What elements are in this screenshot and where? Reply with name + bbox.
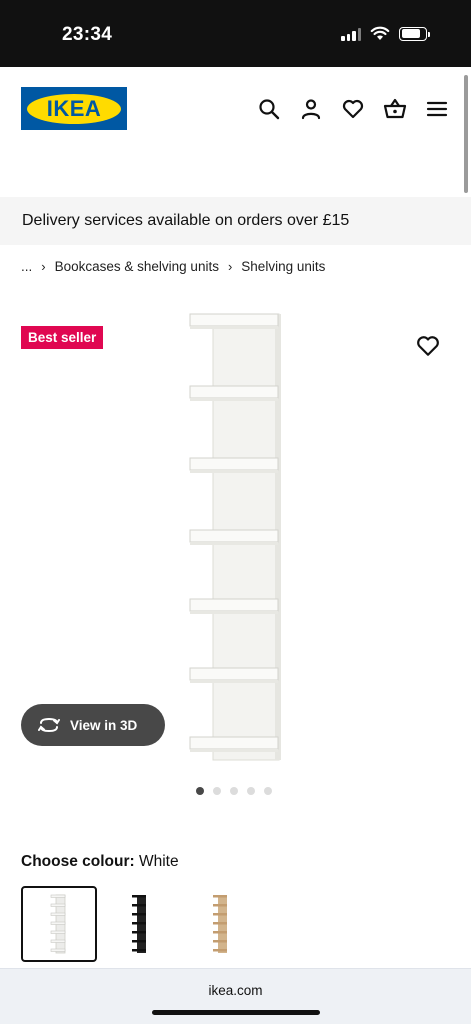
image-carousel-dots (196, 787, 272, 795)
carousel-dot[interactable] (264, 787, 272, 795)
breadcrumb: ... › Bookcases & shelving units › Shelv… (21, 259, 325, 274)
ikea-logo[interactable]: IKEA (21, 87, 127, 130)
colour-value: White (138, 853, 179, 870)
favourite-heart-icon[interactable] (416, 335, 440, 359)
menu-icon[interactable] (425, 97, 449, 121)
swatch-oak[interactable] (183, 886, 259, 962)
breadcrumb-item-bookcases[interactable]: Bookcases & shelving units (55, 259, 219, 274)
view-in-3d-label: View in 3D (70, 717, 138, 733)
status-icons (341, 26, 430, 41)
carousel-dot[interactable] (213, 787, 221, 795)
chevron-right-icon: › (227, 259, 233, 274)
status-time: 23:34 (62, 24, 113, 45)
logo-text: IKEA (46, 95, 102, 121)
carousel-dot[interactable] (230, 787, 238, 795)
page-scrollbar[interactable] (464, 75, 468, 193)
breadcrumb-item-shelving-units[interactable]: Shelving units (241, 259, 325, 274)
chevron-right-icon: › (41, 259, 46, 274)
search-icon[interactable] (257, 97, 281, 121)
swatch-black[interactable] (102, 886, 178, 962)
view-in-3d-button[interactable]: View in 3D (21, 704, 165, 746)
battery-icon (399, 26, 430, 41)
colour-label: Choose colour: (21, 853, 135, 870)
colour-swatches (21, 886, 264, 962)
heart-icon[interactable] (341, 97, 365, 121)
status-bar: 23:34 (0, 0, 471, 67)
carousel-dot[interactable] (196, 787, 204, 795)
header-actions (257, 97, 449, 121)
colour-heading: Choose colour: White (21, 853, 179, 871)
site-header: IKEA (0, 67, 471, 197)
swatch-white[interactable] (21, 886, 97, 962)
breadcrumb-ellipsis[interactable]: ... (21, 259, 32, 274)
product-image[interactable] (185, 312, 285, 762)
wifi-icon (370, 26, 390, 40)
user-icon[interactable] (299, 97, 323, 121)
browser-address-bar[interactable]: ikea.com (0, 968, 471, 1024)
basket-icon[interactable] (383, 97, 407, 121)
signal-icon (341, 27, 361, 41)
rotate-3d-icon (38, 717, 60, 733)
url-text[interactable]: ikea.com (0, 983, 471, 998)
best-seller-badge: Best seller (21, 326, 104, 349)
delivery-banner[interactable]: Delivery services available on orders ov… (0, 197, 471, 245)
delivery-banner-text: Delivery services available on orders ov… (22, 212, 350, 229)
home-indicator[interactable] (152, 1010, 320, 1015)
carousel-dot[interactable] (247, 787, 255, 795)
